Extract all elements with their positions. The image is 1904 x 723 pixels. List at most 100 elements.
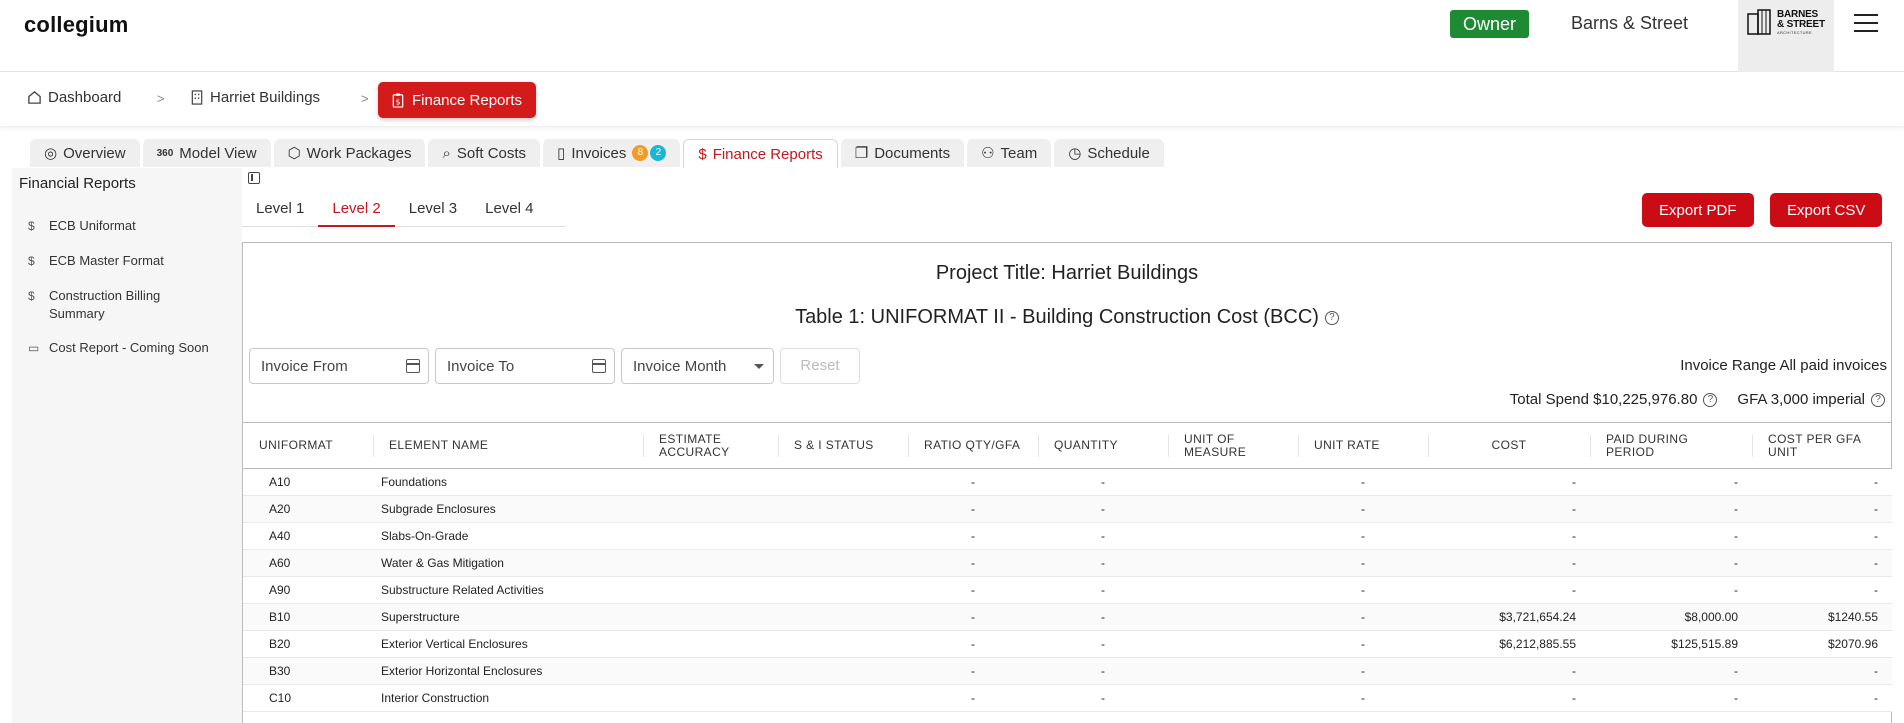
export-pdf-button[interactable]: Export PDF <box>1642 193 1754 227</box>
column-header[interactable]: COST PER GFA UNIT <box>1752 422 1892 469</box>
table-cell: - <box>908 576 1038 604</box>
table-cell: - <box>1298 522 1428 550</box>
table-cell: Slabs-On-Grade <box>373 522 643 550</box>
breadcrumb-project[interactable]: Harriet Buildings <box>190 89 320 106</box>
tab-level-4[interactable]: Level 4 <box>471 197 547 227</box>
invoice-month-select[interactable]: Invoice Month <box>621 348 774 384</box>
report-icon: ▭ <box>28 341 40 355</box>
receipt-icon: $ <box>392 92 404 108</box>
column-header[interactable]: ESTIMATE ACCURACY <box>643 422 778 469</box>
dollar-icon: $ <box>28 254 35 268</box>
table-cell: - <box>1590 522 1752 550</box>
table-cell: - <box>1752 657 1892 685</box>
tab-finance-reports[interactable]: $ Finance Reports <box>683 139 838 168</box>
table-cell: B10 <box>243 603 373 631</box>
company-logo-text: BARNES & STREET <box>1777 9 1825 30</box>
tab-team[interactable]: ⚇ Team <box>967 139 1052 167</box>
help-icon[interactable]: ? <box>1324 310 1339 325</box>
column-header[interactable]: UNIT OF MEASURE <box>1168 422 1298 469</box>
table-cell <box>778 657 908 685</box>
table-row[interactable]: C10 Interior Construction - - - - - - <box>243 684 1892 712</box>
home-icon <box>28 91 41 104</box>
document-icon: ▯ <box>557 145 566 162</box>
sidebar-item-construction-billing-summary[interactable]: $ Construction Billing Summary <box>28 287 209 323</box>
table-cell: - <box>908 657 1038 685</box>
help-icon[interactable]: ? <box>1703 393 1718 408</box>
dollar-icon: $ <box>28 289 35 303</box>
table-row[interactable]: A20 Subgrade Enclosures - - - - - - <box>243 495 1892 523</box>
report-panel: Project Title: Harriet Buildings Table 1… <box>242 242 1892 723</box>
table-row[interactable]: A60 Water & Gas Mitigation - - - - - - <box>243 549 1892 577</box>
cube-icon: ⬡ <box>287 145 301 162</box>
role-badge: Owner <box>1450 10 1530 38</box>
table-cell: A20 <box>243 495 373 523</box>
column-header[interactable]: UNIT RATE <box>1298 422 1428 469</box>
dollar-icon: $ <box>698 145 707 163</box>
breadcrumb: Dashboard > Harriet Buildings > <box>0 73 1904 127</box>
table-row[interactable]: B20 Exterior Vertical Enclosures - - - $6,212… <box>243 630 1892 658</box>
table-row[interactable]: A40 Slabs-On-Grade - - - - - - <box>243 522 1892 550</box>
sidebar-toggle-icon[interactable] <box>248 172 260 184</box>
table-cell: - <box>1038 549 1168 577</box>
table-row[interactable]: A90 Substructure Related Activities - - - - - - <box>243 576 1892 604</box>
app-logo[interactable]: collegium <box>24 12 129 38</box>
tab-level-2[interactable]: Level 2 <box>318 197 395 227</box>
sidebar-item-ecb-uniformat[interactable]: $ ECB Uniformat <box>28 217 209 235</box>
tab-schedule[interactable]: ◷ Schedule <box>1054 139 1164 167</box>
sidebar-title: Financial Reports <box>19 175 136 192</box>
tab-level-1[interactable]: Level 1 <box>242 197 318 227</box>
table-cell: - <box>1428 522 1590 550</box>
column-header[interactable]: S & I STATUS <box>778 422 908 469</box>
help-icon[interactable]: ? <box>1871 393 1885 408</box>
table-cell: - <box>1590 549 1752 577</box>
table-cell <box>778 630 908 658</box>
table-cell <box>1168 603 1298 631</box>
sidebar-item-ecb-master-format[interactable]: $ ECB Master Format <box>28 252 209 270</box>
table-cell: - <box>1590 468 1752 496</box>
tab-level-3[interactable]: Level 3 <box>395 197 471 227</box>
breadcrumb-finance-reports[interactable]: $ Finance Reports <box>378 82 537 118</box>
hamburger-menu-icon[interactable] <box>1854 14 1878 34</box>
tab-soft-costs[interactable]: ⌕ Soft Costs <box>428 139 541 167</box>
column-header[interactable]: UNIFORMAT <box>243 422 373 469</box>
table-cell: C10 <box>243 684 373 712</box>
tab-model-view[interactable]: 360 Model View <box>142 139 271 167</box>
sidebar-item-cost-report[interactable]: ▭ Cost Report - Coming Soon <box>28 339 209 357</box>
table-cell: A10 <box>243 468 373 496</box>
table-cell: - <box>1752 576 1892 604</box>
documents-icon: ❐ <box>854 145 869 162</box>
table-row[interactable]: B30 Exterior Horizontal Enclosures - - - - - - <box>243 657 1892 685</box>
table-cell: Interior Construction <box>373 684 643 712</box>
column-header[interactable]: COST <box>1428 422 1590 469</box>
reset-button[interactable]: Reset <box>780 348 860 384</box>
table-row[interactable]: B10 Superstructure - - - $3,721,654.24 $8,000.… <box>243 603 1892 631</box>
column-header[interactable]: PAID DURING PERIOD <box>1590 422 1752 469</box>
table-title: Table 1: UNIFORMAT II - Building Constru… <box>243 306 1891 329</box>
project-title: Project Title: Harriet Buildings <box>935 262 1199 284</box>
export-csv-button[interactable]: Export CSV <box>1770 193 1883 227</box>
top-header: collegium Owner Barns & Street BARNES & … <box>0 0 1904 72</box>
breadcrumb-dashboard[interactable]: Dashboard <box>27 89 121 106</box>
table-row[interactable]: A10 Foundations - - - - - - <box>243 468 1892 496</box>
table-cell <box>1168 522 1298 550</box>
tab-work-packages[interactable]: ⬡ Work Packages <box>273 139 426 167</box>
table-cell <box>1168 549 1298 577</box>
table-cell: - <box>1590 576 1752 604</box>
column-header[interactable]: QUANTITY <box>1038 422 1168 469</box>
tab-invoices[interactable]: ▯ Invoices 8 2 <box>543 139 681 167</box>
table-cell: - <box>1038 468 1168 496</box>
tab-overview[interactable]: ◎ Overview <box>30 139 140 167</box>
table-cell: - <box>1298 630 1428 658</box>
table-cell: Substructure Related Activities <box>373 576 643 604</box>
invoice-from-datepicker[interactable]: Invoice From <box>249 348 429 384</box>
table-cell: - <box>1752 522 1892 550</box>
column-header[interactable]: ELEMENT NAME <box>373 422 643 469</box>
table-cell: $8,000.00 <box>1590 603 1752 631</box>
total-spend: Total Spend $10,225,976.80? <box>1510 391 1718 408</box>
table-cell: - <box>1752 684 1892 712</box>
tab-documents[interactable]: ❐ Documents <box>840 139 965 167</box>
table-cell: A40 <box>243 522 373 550</box>
calendar-icon <box>592 359 606 373</box>
column-header[interactable]: RATIO QTY/GFA <box>908 422 1038 469</box>
invoice-to-datepicker[interactable]: Invoice To <box>435 348 615 384</box>
